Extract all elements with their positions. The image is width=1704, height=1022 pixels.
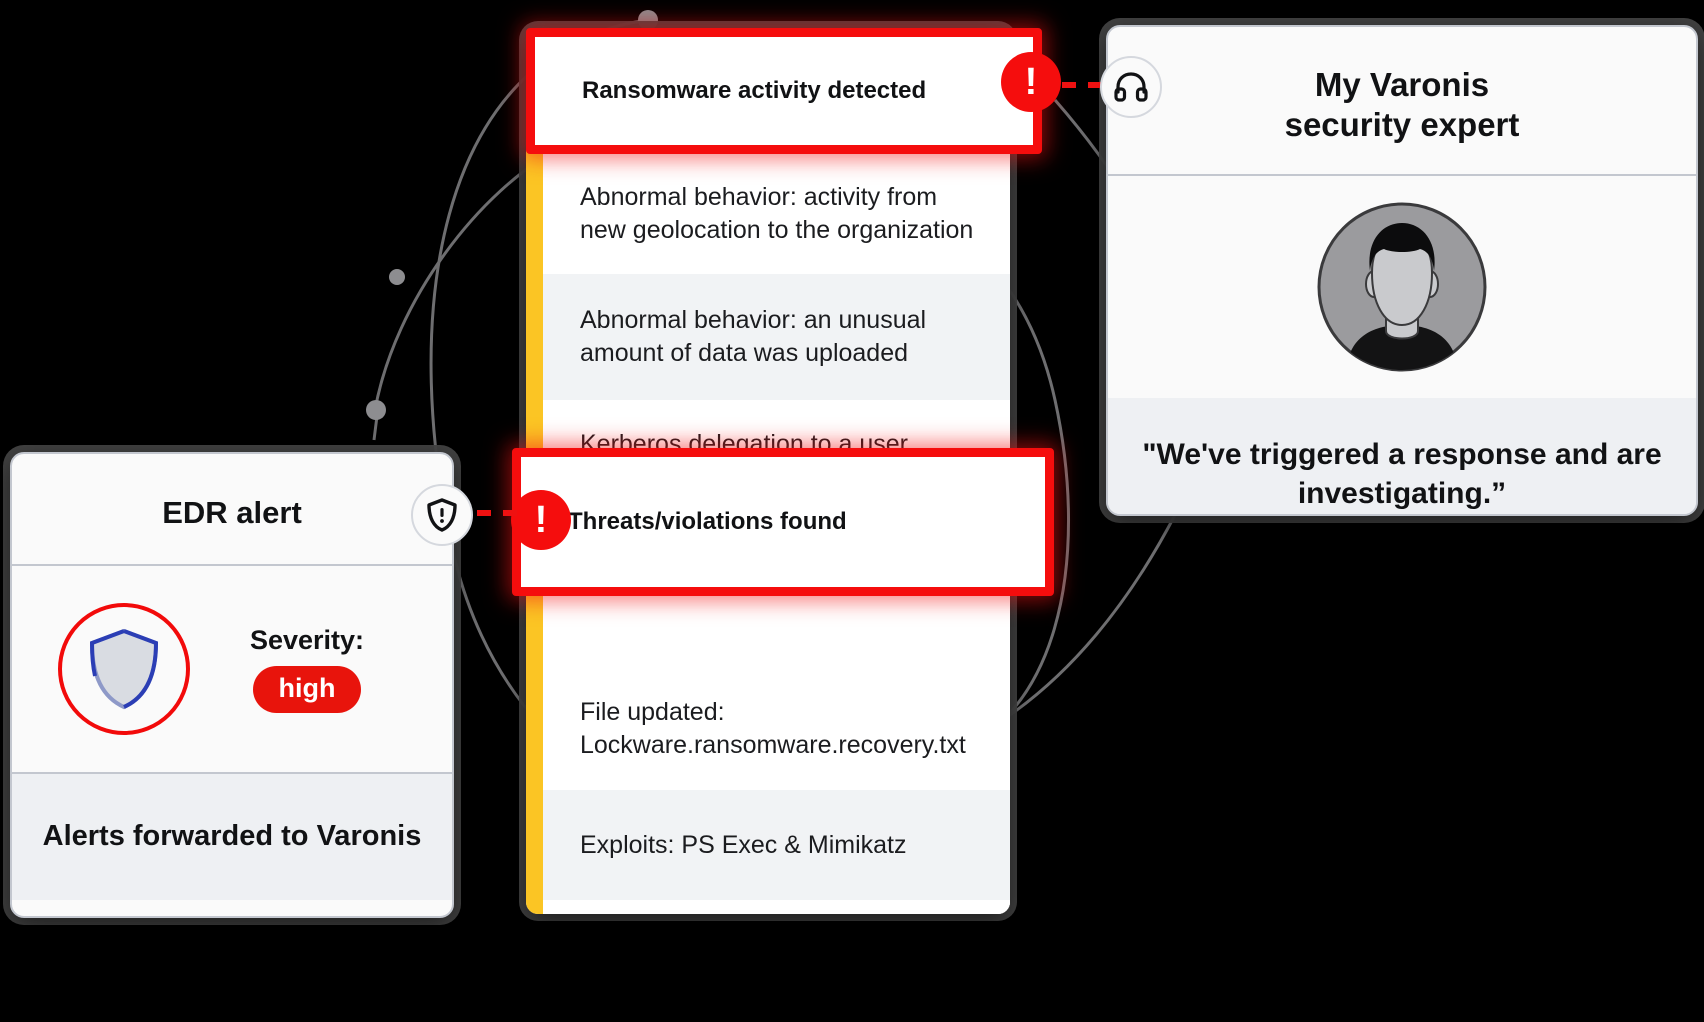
expert-headset-badge[interactable]	[1100, 56, 1162, 118]
expert-avatar-wrap	[1108, 175, 1696, 398]
ransomware-alert-marker-icon: !	[1001, 52, 1061, 112]
list-item[interactable]: Abnormal behavior: activity from new geo…	[543, 154, 1010, 274]
list-item[interactable]: Exploits: PS Exec & Mimikatz	[543, 790, 1010, 900]
ransomware-alert-text: Ransomware activity detected	[582, 77, 927, 104]
edr-alert-card[interactable]: EDR alert Severity: high Alerts forwarde…	[10, 452, 454, 918]
edr-footer-text: Alerts forwarded to Varonis	[42, 820, 422, 853]
shield-icon	[89, 628, 159, 710]
expert-quote-text: "We've triggered a response and are inve…	[1142, 438, 1662, 510]
edr-shield-badge[interactable]	[411, 484, 473, 546]
edr-to-center-dashed-connector	[477, 510, 523, 516]
list-item[interactable]: Malware: Rootkit-Zacinlo	[543, 900, 1010, 914]
severity-label: Severity:	[249, 624, 365, 655]
shield-exclamation-icon	[427, 498, 457, 532]
arc-node-dot	[366, 400, 386, 420]
edr-card-footer: Alerts forwarded to Varonis	[12, 771, 452, 900]
expert-title-line-2: security expert	[1284, 106, 1520, 144]
diagram-stage: EDR alert Severity: high Alerts forwarde…	[0, 0, 1704, 1022]
expert-card-title: My Varonis security expert	[1108, 27, 1696, 174]
headset-icon	[1114, 72, 1148, 102]
ransomware-alert-banner[interactable]: Ransomware activity detected	[526, 28, 1042, 154]
user-avatar-icon	[1317, 202, 1487, 371]
expert-quote-section: "We've triggered a response and are inve…	[1108, 397, 1696, 514]
list-item[interactable]: Abnormal behavior: an unusual amount of …	[543, 274, 1010, 400]
arc-node-dot	[638, 10, 658, 30]
security-expert-card[interactable]: My Varonis security expert "We've trigge…	[1106, 25, 1698, 516]
threats-alert-marker-icon: !	[511, 490, 571, 550]
threats-alert-banner[interactable]: Threats/violations found	[512, 448, 1054, 596]
list-item[interactable]: File updated: Lockware.ransomware.recove…	[543, 668, 1010, 790]
expert-title-line-1: My Varonis	[1314, 66, 1490, 103]
edr-card-body: Severity: high	[12, 566, 452, 772]
edr-card-title: EDR alert	[162, 495, 302, 530]
severity-badge: high	[252, 665, 362, 713]
severity-shield-ring	[58, 602, 190, 735]
severity-block: Severity: high	[196, 625, 418, 713]
arc-node-dot	[389, 269, 405, 285]
